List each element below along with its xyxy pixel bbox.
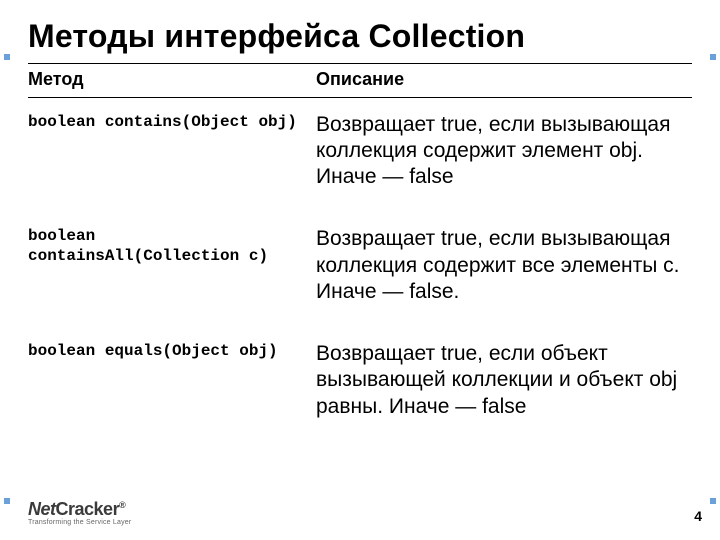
- logo-tagline: Transforming the Service Layer: [28, 519, 131, 526]
- col-header-description: Описание: [316, 64, 692, 98]
- table-row: boolean equals(Object obj) Возвращает tr…: [28, 327, 692, 442]
- col-header-method: Метод: [28, 64, 316, 98]
- method-signature: boolean contains(Object obj): [28, 97, 316, 212]
- method-description: Возвращает true, если вызывающая коллекц…: [316, 97, 692, 212]
- method-signature: boolean equals(Object obj): [28, 327, 316, 442]
- method-description: Возвращает true, если объект вызывающей …: [316, 327, 692, 442]
- method-description: Возвращает true, если вызывающая коллекц…: [316, 212, 692, 327]
- table-row: boolean containsAll(Collection c) Возвра…: [28, 212, 692, 327]
- logo: NetCracker® Transforming the Service Lay…: [28, 500, 131, 526]
- footer: NetCracker® Transforming the Service Lay…: [0, 492, 720, 534]
- table-row: boolean contains(Object obj) Возвращает …: [28, 97, 692, 212]
- accent-square-top-left: [4, 54, 10, 60]
- page-number: 4: [694, 508, 702, 524]
- method-signature: boolean containsAll(Collection c): [28, 212, 316, 327]
- methods-table: Метод Описание boolean contains(Object o…: [28, 63, 692, 442]
- logo-suffix: Cracker: [56, 499, 120, 519]
- accent-square-top-right: [710, 54, 716, 60]
- logo-text: NetCracker®: [28, 500, 131, 518]
- page-title: Методы интерфейса Collection: [28, 18, 692, 55]
- logo-prefix: Net: [28, 499, 56, 519]
- registered-mark-icon: ®: [119, 500, 125, 510]
